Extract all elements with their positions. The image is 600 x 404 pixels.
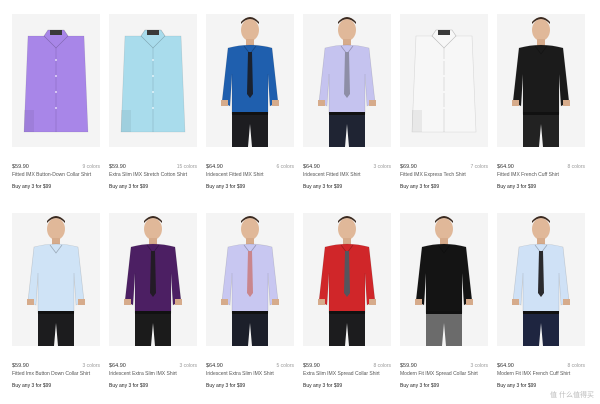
product-name[interactable]: Fitted IMX Button-Down Collar Shirt: [12, 172, 100, 178]
product-image[interactable]: [12, 213, 100, 346]
product-image[interactable]: [497, 213, 585, 346]
product-name[interactable]: Fitted Imx Button Down Collar Shirt: [12, 371, 100, 377]
color-count[interactable]: 8 colors: [373, 363, 391, 369]
promo-text: Buy any 3 for $99: [400, 184, 440, 190]
color-count[interactable]: 3 colors: [82, 363, 100, 369]
product-name[interactable]: Fitted IMX Express Tech Shirt: [400, 172, 488, 178]
product-price: $64.90: [206, 164, 223, 170]
product-name[interactable]: Extra Slim IMX Spread Collar Shirt: [303, 371, 391, 377]
product-card[interactable]: $64.90 3 colors Iridescent Extra Slim IMX …: [109, 213, 197, 396]
product-image[interactable]: [109, 14, 197, 147]
product-image[interactable]: [206, 14, 294, 147]
product-price: $64.90: [497, 363, 514, 369]
color-count[interactable]: 3 colors: [470, 363, 488, 369]
product-image[interactable]: [109, 213, 197, 346]
product-name[interactable]: Modern Fit IMX French Cuff Shirt: [497, 371, 585, 377]
product-image[interactable]: [12, 14, 100, 147]
promo-text: Buy any 3 for $99: [206, 184, 246, 190]
product-card[interactable]: $64.90 8 colors Fitted IMX French Cuff Shi…: [497, 14, 585, 197]
product-card[interactable]: $64.90 6 colors Iridescent Fitted IMX Shir…: [206, 14, 294, 197]
color-count[interactable]: 9 colors: [82, 164, 100, 170]
promo-text: Buy any 3 for $99: [303, 383, 343, 389]
product-name[interactable]: Fitted IMX French Cuff Shirt: [497, 172, 585, 178]
promo-text: Buy any 3 for $99: [109, 184, 149, 190]
product-card[interactable]: $59.90 3 colors Modern Fit IMX Spread Coll…: [400, 213, 488, 396]
promo-text: Buy any 3 for $99: [12, 383, 52, 389]
promo-text: Buy any 3 for $99: [12, 184, 52, 190]
product-price: $59.90: [12, 164, 29, 170]
color-count[interactable]: 3 colors: [373, 164, 391, 170]
color-count[interactable]: 7 colors: [470, 164, 488, 170]
product-name[interactable]: Iridescent Extra Slim IMX Shirt: [206, 371, 294, 377]
product-image[interactable]: [400, 14, 488, 147]
product-name[interactable]: Iridescent Fitted IMX Shirt: [206, 172, 294, 178]
product-card[interactable]: $64.90 5 colors Iridescent Extra Slim IMX …: [206, 213, 294, 396]
product-name[interactable]: Modern Fit IMX Spread Collar Shirt: [400, 371, 488, 377]
product-card[interactable]: $59.90 8 colors Extra Slim IMX Spread Coll…: [303, 213, 391, 396]
product-price: $59.90: [109, 164, 126, 170]
product-card[interactable]: $64.90 8 colors Modern Fit IMX French Cuff…: [497, 213, 585, 396]
promo-text: Buy any 3 for $99: [497, 184, 537, 190]
product-grid: $59.90 9 colors Fitted IMX Button-Down Col…: [0, 0, 600, 404]
product-name[interactable]: Iridescent Fitted IMX Shirt: [303, 172, 391, 178]
promo-text: Buy any 3 for $99: [303, 184, 343, 190]
color-count[interactable]: 6 colors: [276, 164, 294, 170]
product-image[interactable]: [206, 213, 294, 346]
product-name[interactable]: Extra Slim IMX Stretch Cotton Shirt: [109, 172, 197, 178]
product-image[interactable]: [303, 14, 391, 147]
promo-text: Buy any 3 for $99: [109, 383, 149, 389]
product-price: $64.90: [109, 363, 126, 369]
product-price: $69.90: [400, 164, 417, 170]
product-card[interactable]: $59.90 3 colors Fitted Imx Button Down Col…: [12, 213, 100, 396]
product-image[interactable]: [497, 14, 585, 147]
color-count[interactable]: 5 colors: [276, 363, 294, 369]
product-card[interactable]: $69.90 7 colors Fitted IMX Express Tech Sh…: [400, 14, 488, 197]
product-price: $59.90: [303, 363, 320, 369]
product-image[interactable]: [400, 213, 488, 346]
color-count[interactable]: 8 colors: [567, 164, 585, 170]
promo-text: Buy any 3 for $99: [400, 383, 440, 389]
color-count[interactable]: 8 colors: [567, 363, 585, 369]
product-card[interactable]: $59.90 9 colors Fitted IMX Button-Down Col…: [12, 14, 100, 197]
product-price: $64.90: [497, 164, 514, 170]
watermark: 值 什么值得买: [550, 392, 594, 399]
product-card[interactable]: $64.90 3 colors Iridescent Fitted IMX Shir…: [303, 14, 391, 197]
color-count[interactable]: 3 colors: [179, 363, 197, 369]
product-card[interactable]: $59.90 15 colors Extra Slim IMX Stretch Co…: [109, 14, 197, 197]
product-image[interactable]: [303, 213, 391, 346]
product-price: $64.90: [303, 164, 320, 170]
color-count[interactable]: 15 colors: [177, 164, 197, 170]
promo-text: Buy any 3 for $99: [497, 383, 537, 389]
promo-text: Buy any 3 for $99: [206, 383, 246, 389]
product-price: $59.90: [12, 363, 29, 369]
product-price: $59.90: [400, 363, 417, 369]
product-price: $64.90: [206, 363, 223, 369]
product-name[interactable]: Iridescent Extra Slim IMX Shirt: [109, 371, 197, 377]
